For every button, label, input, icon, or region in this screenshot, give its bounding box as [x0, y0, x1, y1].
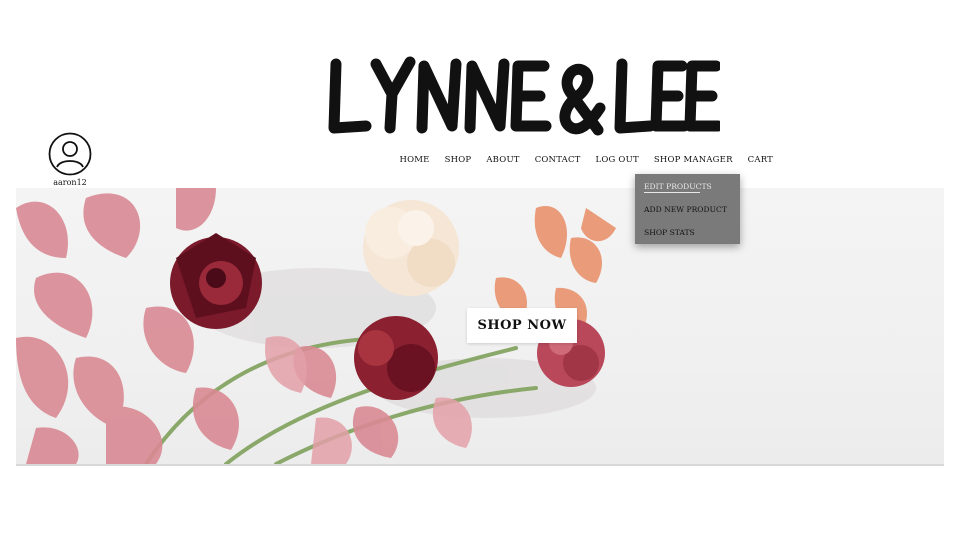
active-item-underline: [644, 192, 700, 193]
dropdown-item-edit-products[interactable]: EDIT PRODUCTS: [644, 182, 712, 191]
username-label: aaron12: [53, 178, 87, 187]
brand-logo-graphic: [328, 56, 720, 136]
nav-contact[interactable]: CONTACT: [527, 154, 588, 166]
nav-cart[interactable]: CART: [740, 154, 780, 166]
nav-log-out[interactable]: LOG OUT: [588, 154, 646, 166]
nav-shop-manager[interactable]: SHOP MANAGER: [646, 154, 740, 166]
dropdown-item-add-new-product[interactable]: ADD NEW PRODUCT: [644, 205, 727, 214]
shop-now-button[interactable]: SHOP NOW: [467, 308, 577, 343]
main-nav: HOME SHOP ABOUT CONTACT LOG OUT SHOP MAN…: [392, 154, 781, 166]
user-account[interactable]: aaron12: [46, 132, 94, 187]
brand-logo[interactable]: [320, 52, 720, 142]
dropdown-item-shop-stats[interactable]: SHOP STATS: [644, 228, 695, 237]
shop-manager-dropdown: EDIT PRODUCTS ADD NEW PRODUCT SHOP STATS: [635, 174, 740, 244]
user-avatar-icon: [48, 132, 92, 176]
nav-about[interactable]: ABOUT: [479, 154, 527, 166]
nav-home[interactable]: HOME: [392, 154, 437, 166]
nav-shop[interactable]: SHOP: [437, 154, 479, 166]
